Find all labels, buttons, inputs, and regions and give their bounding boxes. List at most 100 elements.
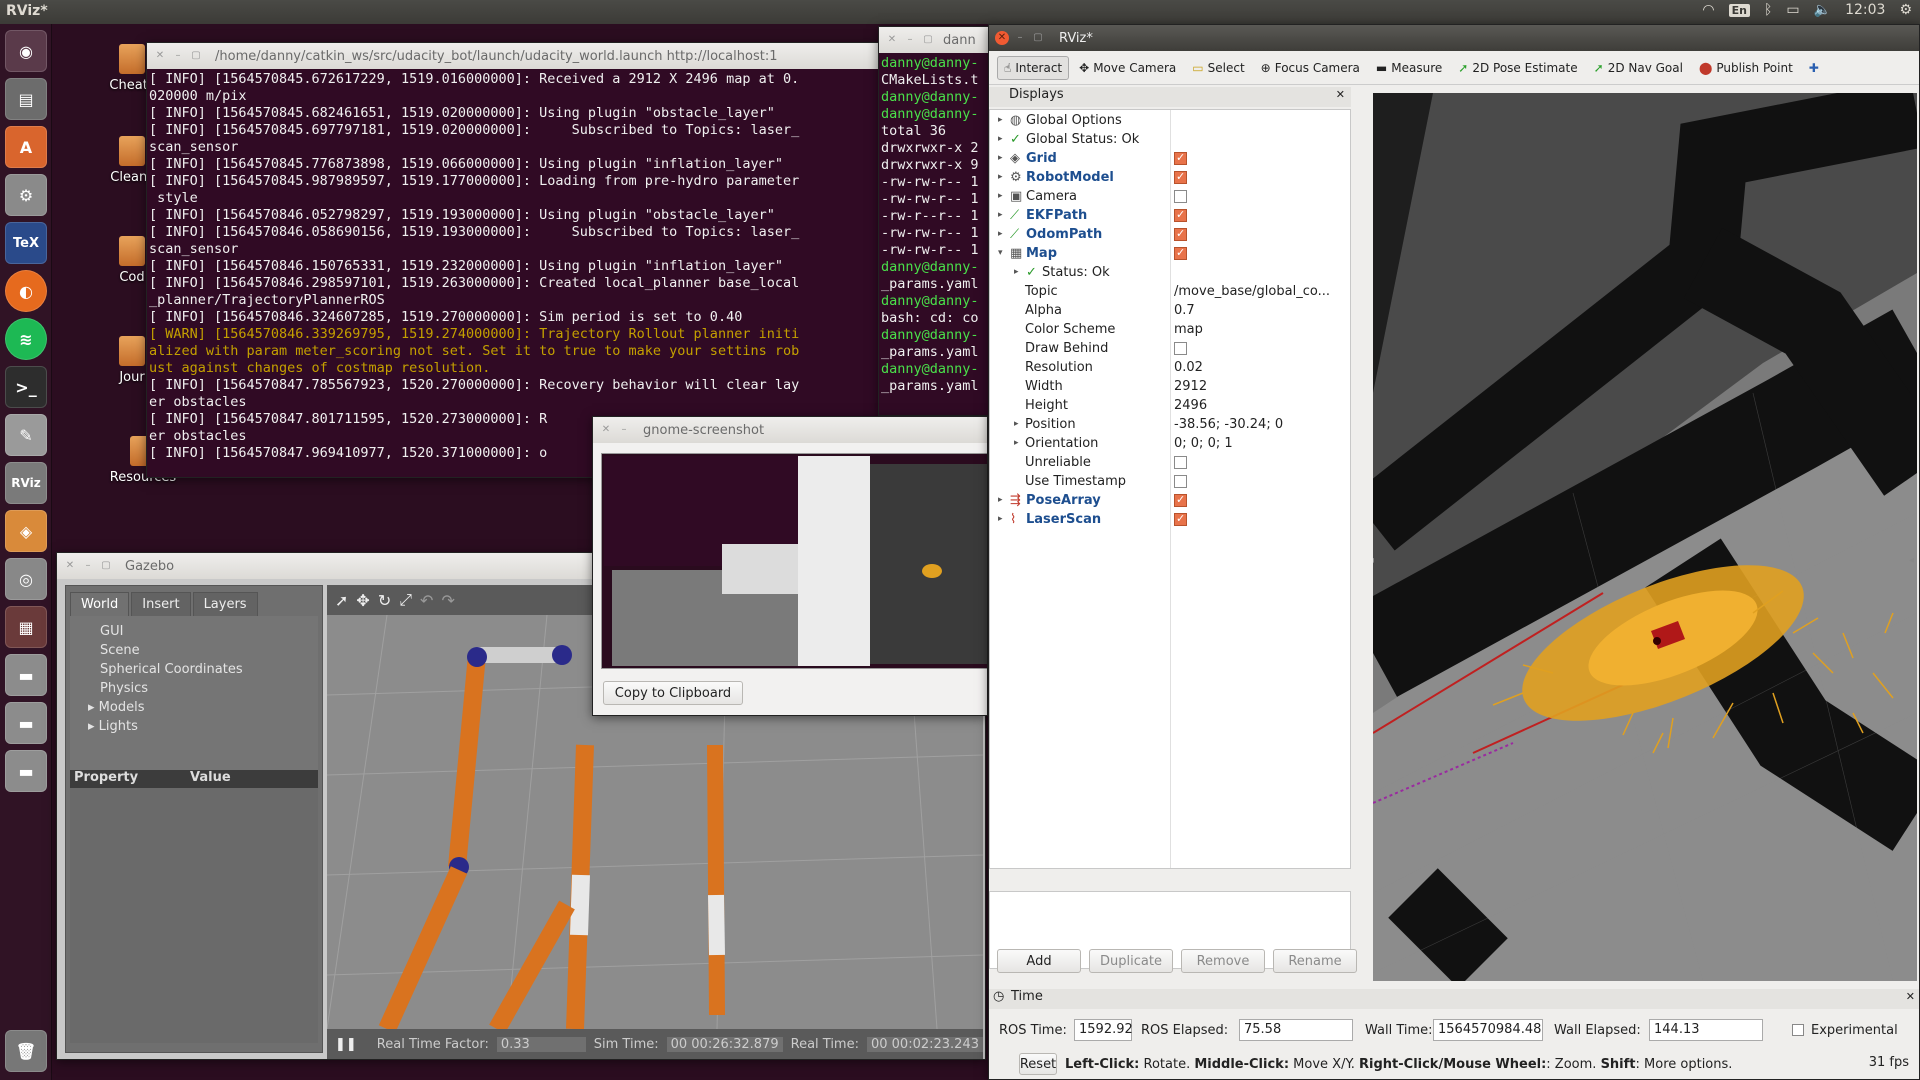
gazebo-icon[interactable]: ◈ — [5, 510, 47, 552]
terminal-titlebar[interactable]: ✕ – ▢ /home/danny/catkin_ws/src/udacity_… — [147, 43, 879, 69]
maximize-icon[interactable]: ▢ — [99, 559, 113, 573]
expand-arrow-icon[interactable]: ▸ — [998, 153, 1003, 163]
tool-interact[interactable]: ☝ Interact — [997, 55, 1070, 80]
dash-home-icon[interactable]: ◉ — [5, 30, 47, 72]
expand-arrow-icon[interactable]: ▸ — [1014, 267, 1019, 277]
clock[interactable]: 12:03 — [1845, 2, 1885, 18]
battery-icon[interactable]: ▭ — [1786, 2, 1799, 18]
tool-2d-nav-goal[interactable]: ➚ 2D Nav Goal — [1588, 57, 1689, 79]
minimize-icon[interactable]: – — [171, 49, 185, 63]
expand-arrow-icon[interactable]: ▸ — [998, 172, 1003, 182]
duplicate-button[interactable]: Duplicate — [1089, 949, 1173, 973]
display-row[interactable]: Unreliable — [990, 454, 1350, 473]
display-value[interactable]: 0.7 — [1174, 303, 1195, 318]
display-value[interactable]: 2912 — [1174, 379, 1207, 394]
display-checkbox[interactable] — [1174, 475, 1187, 488]
minimize-icon[interactable]: – — [903, 33, 917, 47]
tab-insert[interactable]: Insert — [131, 592, 191, 616]
displays-tree[interactable]: ▸ ◍ Global Options ▸ ✓ Global Status: Ok ▸ ◈ Gri… — [989, 109, 1351, 869]
rename-button[interactable]: Rename — [1273, 949, 1357, 973]
tree-item-lights[interactable]: ▸ Lights — [70, 717, 318, 736]
maximize-icon[interactable]: ▢ — [921, 33, 935, 47]
terminal-window-launch[interactable]: ✕ – ▢ /home/danny/catkin_ws/src/udacity_… — [146, 42, 880, 478]
display-checkbox[interactable] — [1174, 208, 1187, 222]
add-tool-button[interactable]: ✚ — [1803, 57, 1825, 79]
spotify-icon[interactable]: ≋ — [5, 318, 47, 360]
expand-arrow-icon[interactable]: ▸ — [1014, 419, 1019, 429]
trash-icon[interactable]: 🗑 — [5, 1030, 47, 1072]
redo-icon[interactable]: ↷ — [441, 591, 454, 610]
display-row[interactable]: ▸ Position -38.56; -30.24; 0 — [990, 416, 1350, 435]
tool-publish-point[interactable]: ⬤ Publish Point — [1693, 57, 1799, 79]
display-row[interactable]: Draw Behind — [990, 340, 1350, 359]
maximize-icon[interactable]: ▢ — [1031, 31, 1045, 45]
expand-arrow-icon[interactable]: ▸ — [88, 719, 99, 734]
tree-item-spherical-coordinates[interactable]: Spherical Coordinates — [70, 660, 318, 679]
expand-arrow-icon[interactable]: ▸ — [998, 134, 1003, 144]
experimental-checkbox[interactable] — [1792, 1024, 1804, 1036]
files-icon[interactable]: ▤ — [5, 78, 47, 120]
display-row[interactable]: ▾ ▦ Map — [990, 245, 1350, 264]
screenshot-dialog[interactable]: ✕ – gnome-screenshot Copy to Clipboard — [592, 416, 988, 716]
display-checkbox[interactable] — [1174, 512, 1187, 526]
display-row[interactable]: ▸ Orientation 0; 0; 0; 1 — [990, 435, 1350, 454]
tool-select[interactable]: ▭ Select — [1186, 57, 1250, 79]
rviz-titlebar[interactable]: ✕ – ▢ RViz* — [989, 25, 1919, 51]
software-center-icon[interactable]: A — [5, 126, 47, 168]
tree-item-models[interactable]: ▸ Models — [70, 698, 318, 717]
close-panel-icon[interactable]: ✕ — [1906, 990, 1915, 1003]
display-checkbox[interactable] — [1174, 151, 1187, 165]
minimize-icon[interactable]: – — [1013, 31, 1027, 45]
display-checkbox[interactable] — [1174, 227, 1187, 241]
expand-arrow-icon[interactable]: ▸ — [998, 191, 1003, 201]
tree-item-scene[interactable]: Scene — [70, 641, 318, 660]
bluetooth-icon[interactable]: ᛒ — [1764, 2, 1772, 18]
display-value[interactable]: -38.56; -30.24; 0 — [1174, 417, 1283, 432]
reset-button[interactable]: Reset — [1019, 1053, 1057, 1075]
drive-icon[interactable]: ▬ — [5, 750, 47, 792]
display-row[interactable]: Resolution 0.02 — [990, 359, 1350, 378]
undo-icon[interactable]: ↶ — [420, 591, 433, 610]
display-checkbox[interactable] — [1174, 342, 1187, 355]
display-row[interactable]: Width 2912 — [990, 378, 1350, 397]
firefox-icon[interactable]: ◐ — [5, 270, 47, 312]
volume-icon[interactable]: 🔈 — [1814, 2, 1831, 18]
display-row[interactable]: Topic/move_base/global_co... — [990, 283, 1350, 302]
display-checkbox[interactable] — [1174, 190, 1187, 203]
display-value[interactable]: 0; 0; 0; 1 — [1174, 436, 1233, 451]
display-value[interactable]: 2496 — [1174, 398, 1207, 413]
display-row[interactable]: ▸ ⟋ OdomPath — [990, 226, 1350, 245]
display-value[interactable]: map — [1174, 322, 1203, 337]
wall-time-field[interactable]: 1564570984.48 — [1433, 1019, 1543, 1041]
terminal-titlebar[interactable]: ✕ – ▢ dann — [879, 27, 989, 53]
tab-world[interactable]: World — [70, 592, 130, 616]
rviz-3d-view[interactable]: ◂ ◂ — [1373, 93, 1917, 981]
tool-move-camera[interactable]: ✥ Move Camera — [1073, 57, 1182, 79]
display-row[interactable]: ▸ ◍ Global Options — [990, 112, 1350, 131]
workspace-switcher-icon[interactable]: ▦ — [5, 606, 47, 648]
select-mode-icon[interactable]: ➚ — [335, 591, 348, 610]
rotate-mode-icon[interactable]: ↻ — [378, 591, 391, 610]
display-row[interactable]: ▸ ✓ Global Status: Ok — [990, 131, 1350, 150]
display-row[interactable]: Height 2496 — [990, 397, 1350, 416]
scale-mode-icon[interactable]: ⤢ — [399, 590, 412, 610]
drive-icon[interactable]: ▬ — [5, 702, 47, 744]
minimize-icon[interactable]: – — [617, 423, 631, 437]
drive-icon[interactable]: ▬ — [5, 654, 47, 696]
dialog-titlebar[interactable]: ✕ – gnome-screenshot — [593, 417, 987, 443]
screenshot-icon[interactable]: ◎ — [5, 558, 47, 600]
keyboard-layout-indicator[interactable]: En — [1728, 3, 1750, 17]
text-editor-icon[interactable]: ✎ — [5, 414, 47, 456]
tool-measure[interactable]: ▬ Measure — [1370, 57, 1448, 79]
translate-mode-icon[interactable]: ✥ — [356, 591, 369, 610]
display-row[interactable]: Alpha 0.7 — [990, 302, 1350, 321]
wall-elapsed-field[interactable]: 144.13 — [1649, 1019, 1763, 1041]
texmaker-icon[interactable]: TeX — [5, 222, 47, 264]
tool-focus-camera[interactable]: ⊕ Focus Camera — [1255, 57, 1366, 79]
close-icon[interactable]: ✕ — [995, 31, 1009, 45]
expand-arrow-icon[interactable]: ▸ — [998, 229, 1003, 239]
close-icon[interactable]: ✕ — [885, 33, 899, 47]
expand-arrow-icon[interactable]: ▸ — [1014, 438, 1019, 448]
copy-to-clipboard-button[interactable]: Copy to Clipboard — [603, 681, 743, 705]
terminal-window-second[interactable]: ✕ – ▢ dann danny@danny- CMakeLists.t danny… — [878, 26, 990, 416]
